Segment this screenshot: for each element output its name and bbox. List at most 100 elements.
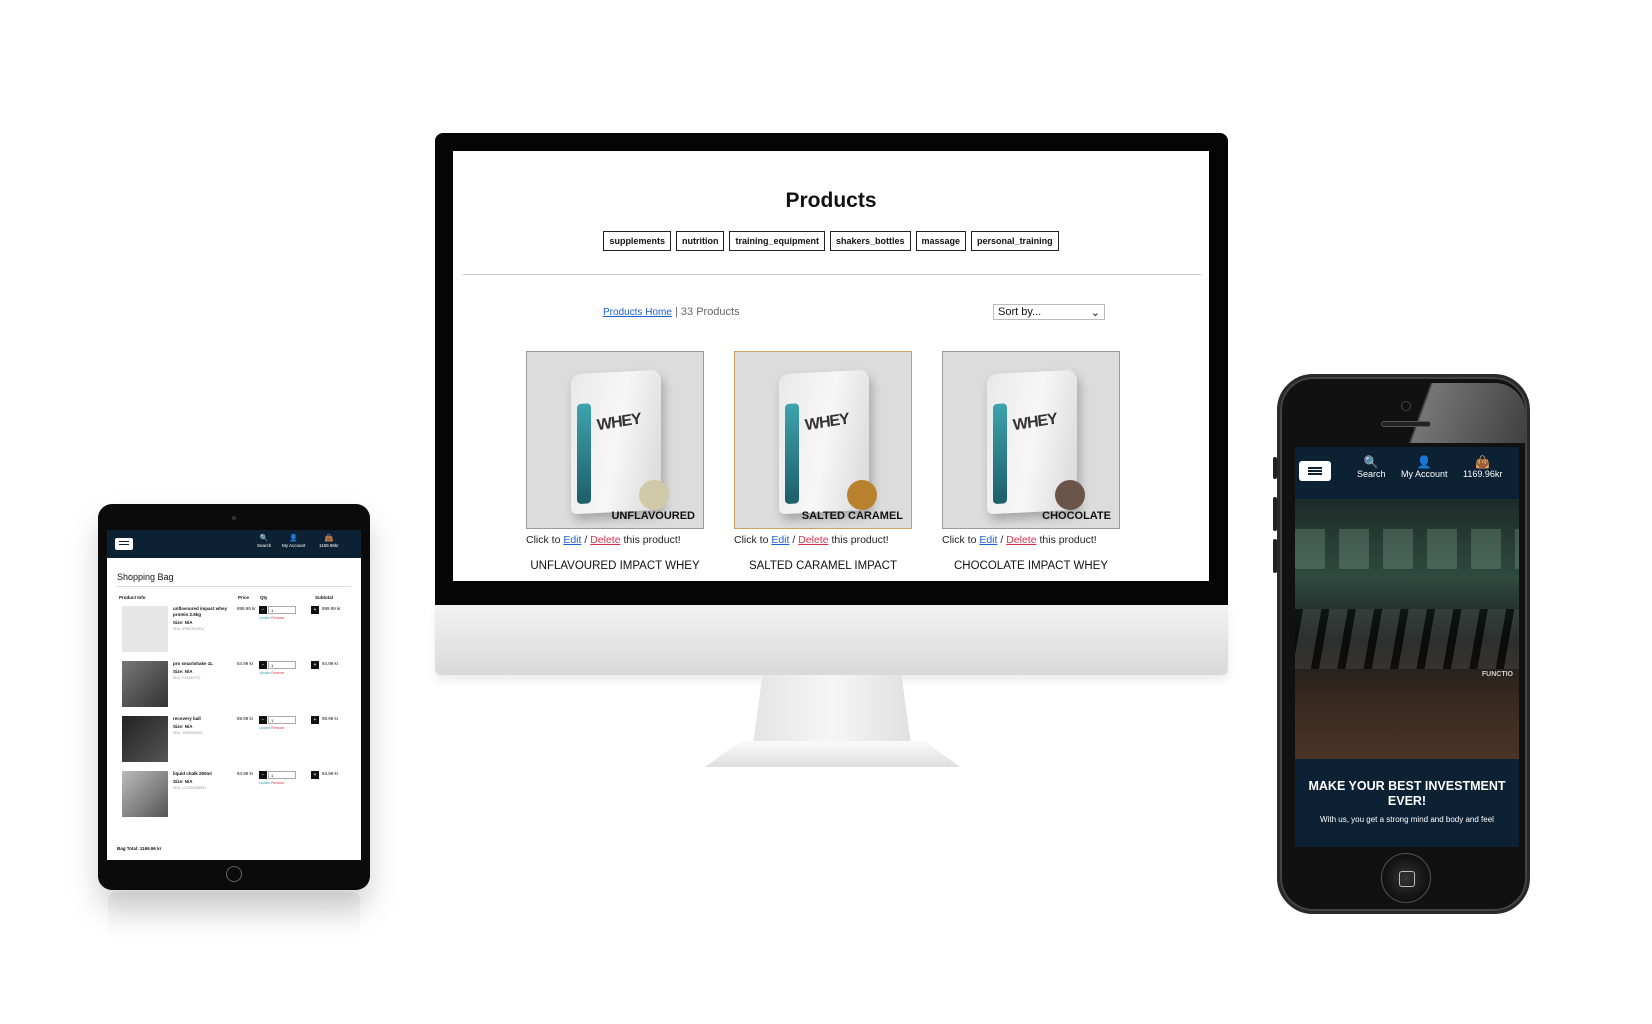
sort-select[interactable]: Sort by... ⌄ xyxy=(993,304,1105,320)
bag-item-row: pro smartshake 1L Size: N/A SKU: PS83670… xyxy=(117,661,351,713)
monitor-neck xyxy=(753,675,911,745)
bag-item-price: 899.99 kr xyxy=(237,606,256,611)
hamburger-menu-icon[interactable] xyxy=(1299,461,1331,481)
product-name[interactable]: SALTED CARAMEL IMPACT xyxy=(714,560,932,572)
category-button-shakers-bottles[interactable]: shakers_bottles xyxy=(829,231,911,251)
monitor-foot xyxy=(705,741,960,767)
qty-stepper: − 1 + xyxy=(259,661,319,669)
update-link[interactable]: Update xyxy=(259,616,270,620)
product-name[interactable]: UNFLAVOURED IMPACT WHEY xyxy=(506,560,724,572)
nav-account[interactable]: 👤 My Account xyxy=(1401,455,1448,479)
nav-bag[interactable]: 👜 1169.96kr xyxy=(1463,455,1502,479)
category-button-training-equipment[interactable]: training_equipment xyxy=(729,231,825,251)
phone-screen: 🔍 Search 👤 My Account 👜 1169.96kr FUNCTI… xyxy=(1295,447,1519,847)
desktop-monitor: Products supplements nutrition training_… xyxy=(435,133,1228,773)
increment-button[interactable]: + xyxy=(311,661,319,669)
product-card: WHEY UNFLAVOURED Click to Edit / Delete … xyxy=(526,351,704,572)
increment-button[interactable]: + xyxy=(311,606,319,614)
bag-item-price: 89.99 kr xyxy=(237,716,254,721)
bag-item-row: recovery ball Size: N/A SKU: TR80320018 … xyxy=(117,716,351,768)
bag-item-sku: SKU: IP9527043RU xyxy=(173,627,205,631)
bag-item-row: liquid chalk 250ml Size: N/A SKU: LC3780… xyxy=(117,771,351,823)
nav-bag[interactable]: 👜 1169.96kr xyxy=(319,535,339,548)
hamburger-menu-icon[interactable] xyxy=(115,538,133,550)
edit-product-link[interactable]: Edit xyxy=(979,534,997,546)
qty-input[interactable]: 1 xyxy=(268,716,296,724)
remove-link[interactable]: Remove xyxy=(271,671,284,675)
category-button-personal-training[interactable]: personal_training xyxy=(971,231,1059,251)
bag-item-size: Size: N/A xyxy=(173,724,193,729)
divider xyxy=(117,586,351,587)
product-image[interactable]: WHEY CHOCOLATE xyxy=(942,351,1120,529)
qty-stepper: − 1 + xyxy=(259,771,319,779)
product-thumbnail[interactable] xyxy=(122,771,168,817)
product-image[interactable]: WHEY SALTED CARAMEL xyxy=(734,351,912,529)
nav-account-label: My Account xyxy=(1401,469,1448,479)
remove-link[interactable]: Remove xyxy=(271,616,284,620)
decrement-button[interactable]: − xyxy=(259,661,267,669)
phone-side-button xyxy=(1273,539,1277,573)
search-icon: 🔍 xyxy=(259,535,269,542)
shopping-bag-heading: Shopping Bag xyxy=(117,572,174,582)
increment-button[interactable]: + xyxy=(311,716,319,724)
flavour-label: CHOCOLATE xyxy=(1042,510,1111,522)
shopping-bag-icon: 👜 xyxy=(1475,455,1491,469)
decrement-button[interactable]: − xyxy=(259,771,267,779)
qty-input[interactable]: 1 xyxy=(268,606,296,614)
product-name[interactable]: CHOCOLATE IMPACT WHEY xyxy=(922,560,1140,572)
product-thumbnail[interactable] xyxy=(122,606,168,652)
category-button-nutrition[interactable]: nutrition xyxy=(675,231,725,251)
bag-item-subtotal: 94.99 kr xyxy=(322,771,339,776)
edit-product-link[interactable]: Edit xyxy=(771,534,789,546)
remove-link[interactable]: Remove xyxy=(271,726,284,730)
edit-product-link[interactable]: Edit xyxy=(563,534,581,546)
divider xyxy=(463,274,1201,275)
tablet-navbar: 🔍 Search 👤 My Account 👜 1169.96kr xyxy=(107,530,361,558)
nav-search-label: Search xyxy=(257,543,272,548)
monitor-bezel: Products supplements nutrition training_… xyxy=(435,133,1228,605)
nav-search[interactable]: 🔍 Search xyxy=(257,535,271,548)
monitor-chin xyxy=(435,605,1228,675)
update-link[interactable]: Update xyxy=(259,726,270,730)
product-thumbnail[interactable] xyxy=(122,661,168,707)
qty-input[interactable]: 1 xyxy=(268,771,296,779)
product-image[interactable]: WHEY UNFLAVOURED xyxy=(526,351,704,529)
category-button-supplements[interactable]: supplements xyxy=(603,231,671,251)
delete-product-link[interactable]: Delete xyxy=(1006,534,1036,546)
decrement-button[interactable]: − xyxy=(259,606,267,614)
flavour-swatch xyxy=(639,480,669,510)
qty-input[interactable]: 1 xyxy=(268,661,296,669)
phone-home-button xyxy=(1381,853,1431,903)
bag-stripe xyxy=(577,403,591,505)
decrement-button[interactable]: − xyxy=(259,716,267,724)
nav-account[interactable]: 👤 My Account xyxy=(282,535,305,548)
bag-item-name: pro smartshake 1L xyxy=(173,661,214,666)
delete-product-link[interactable]: Delete xyxy=(590,534,620,546)
tablet-camera xyxy=(232,516,236,520)
products-home-link[interactable]: Products Home xyxy=(603,307,672,318)
nav-account-label: My Account xyxy=(282,543,306,548)
device-mockup-stage: Products supplements nutrition training_… xyxy=(0,0,1652,1024)
nav-search[interactable]: 🔍 Search xyxy=(1357,455,1386,479)
flavour-swatch xyxy=(847,480,877,510)
bag-item-price: 84.99 kr xyxy=(237,661,254,666)
increment-button[interactable]: + xyxy=(311,771,319,779)
bag-stripe xyxy=(785,403,799,505)
nav-search-label: Search xyxy=(1357,469,1386,479)
update-link[interactable]: Update xyxy=(259,781,270,785)
hero-gym-image: FUNCTIO xyxy=(1295,499,1519,759)
tablet-reflection xyxy=(108,892,360,942)
phone-speaker xyxy=(1381,421,1431,427)
bag-item-name: recovery ball xyxy=(173,716,201,721)
link-separator: / xyxy=(789,534,799,546)
breadcrumb: Products Home | 33 Products xyxy=(603,306,740,318)
remove-link[interactable]: Remove xyxy=(271,781,284,785)
update-link[interactable]: Update xyxy=(259,671,270,675)
click-prefix: Click to xyxy=(734,534,772,546)
sort-select-value: Sort by... xyxy=(998,306,1042,318)
delete-product-link[interactable]: Delete xyxy=(798,534,828,546)
hero-subline: With us, you get a strong mind and body … xyxy=(1320,815,1494,824)
product-thumbnail[interactable] xyxy=(122,716,168,762)
category-button-massage[interactable]: massage xyxy=(915,231,967,251)
user-icon: 👤 xyxy=(1416,455,1432,469)
